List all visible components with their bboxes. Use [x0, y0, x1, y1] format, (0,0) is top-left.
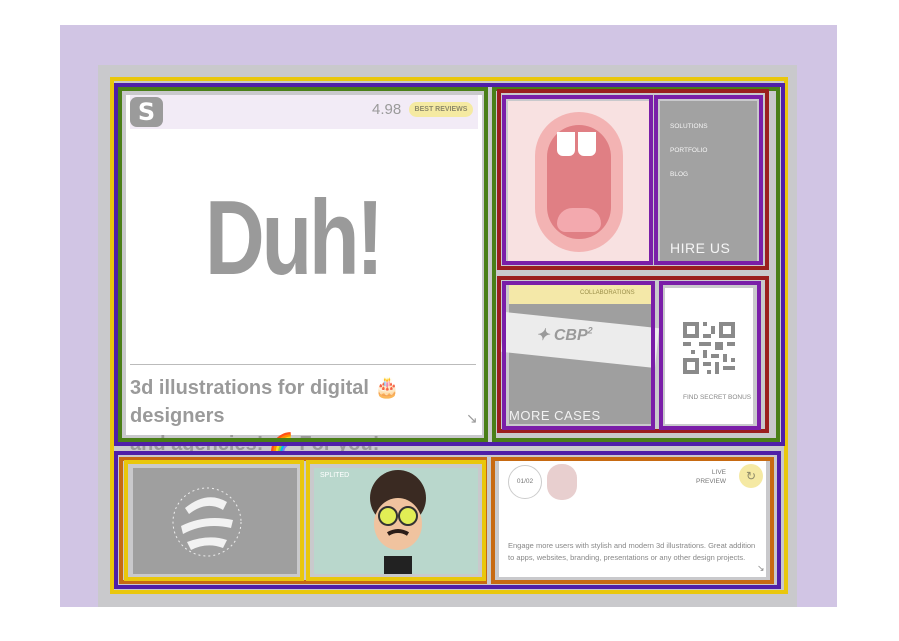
menu-item-portfolio[interactable]: PORTFOLIO	[670, 147, 707, 154]
brand-name: CBP	[553, 327, 588, 344]
text-sphere-illustration	[172, 487, 242, 557]
more-cases-link[interactable]: MORE CASES	[509, 408, 601, 423]
splited-label: SPLITED	[320, 472, 350, 479]
hire-us-button[interactable]: HIRE US	[670, 240, 730, 256]
refresh-icon[interactable]: ↻	[739, 464, 763, 488]
slide-counter: 01/02	[508, 465, 542, 499]
qr-label: FIND SECRET BONUS	[683, 394, 752, 401]
best-reviews-badge[interactable]: BEST REVIEWS	[409, 102, 473, 117]
logo[interactable]: S	[130, 97, 163, 127]
brand-superscript: 2	[587, 325, 593, 336]
hero-tagline: 3d illustrations for digital 🎂 designers…	[130, 374, 480, 458]
collaborations-label: COLLABORATIONS	[580, 290, 635, 296]
tooth-left	[557, 132, 575, 156]
avatar	[547, 464, 577, 500]
preview-text: PREVIEW	[696, 478, 726, 485]
tooth-right	[578, 132, 596, 156]
menu-item-solutions[interactable]: SOLUTIONS	[670, 123, 708, 130]
hero-headline: Duh!	[205, 179, 384, 297]
menu-item-blog[interactable]: BLOG	[670, 171, 688, 178]
live-text: LIVE	[711, 469, 726, 476]
brand-icon: ✦	[536, 327, 554, 344]
arrow-down-right-icon[interactable]: ↘	[466, 410, 478, 427]
tagline-line-2: and agencies! 🌈 For you!	[130, 433, 380, 455]
divider	[130, 364, 476, 365]
tagline-line-1: 3d illustrations for digital 🎂 designers	[130, 377, 400, 427]
tongue	[557, 208, 601, 232]
live-preview-label[interactable]: LIVE PREVIEW	[690, 468, 726, 486]
character-illustration	[370, 470, 426, 574]
qr-code-icon	[683, 322, 735, 374]
brand-logo: ✦ CBP2	[536, 325, 593, 345]
arrow-down-right-icon[interactable]: ↘	[757, 563, 765, 574]
preview-description: Engage more users with stylish and moder…	[508, 541, 756, 562]
rating-value: 4.98	[372, 101, 402, 118]
